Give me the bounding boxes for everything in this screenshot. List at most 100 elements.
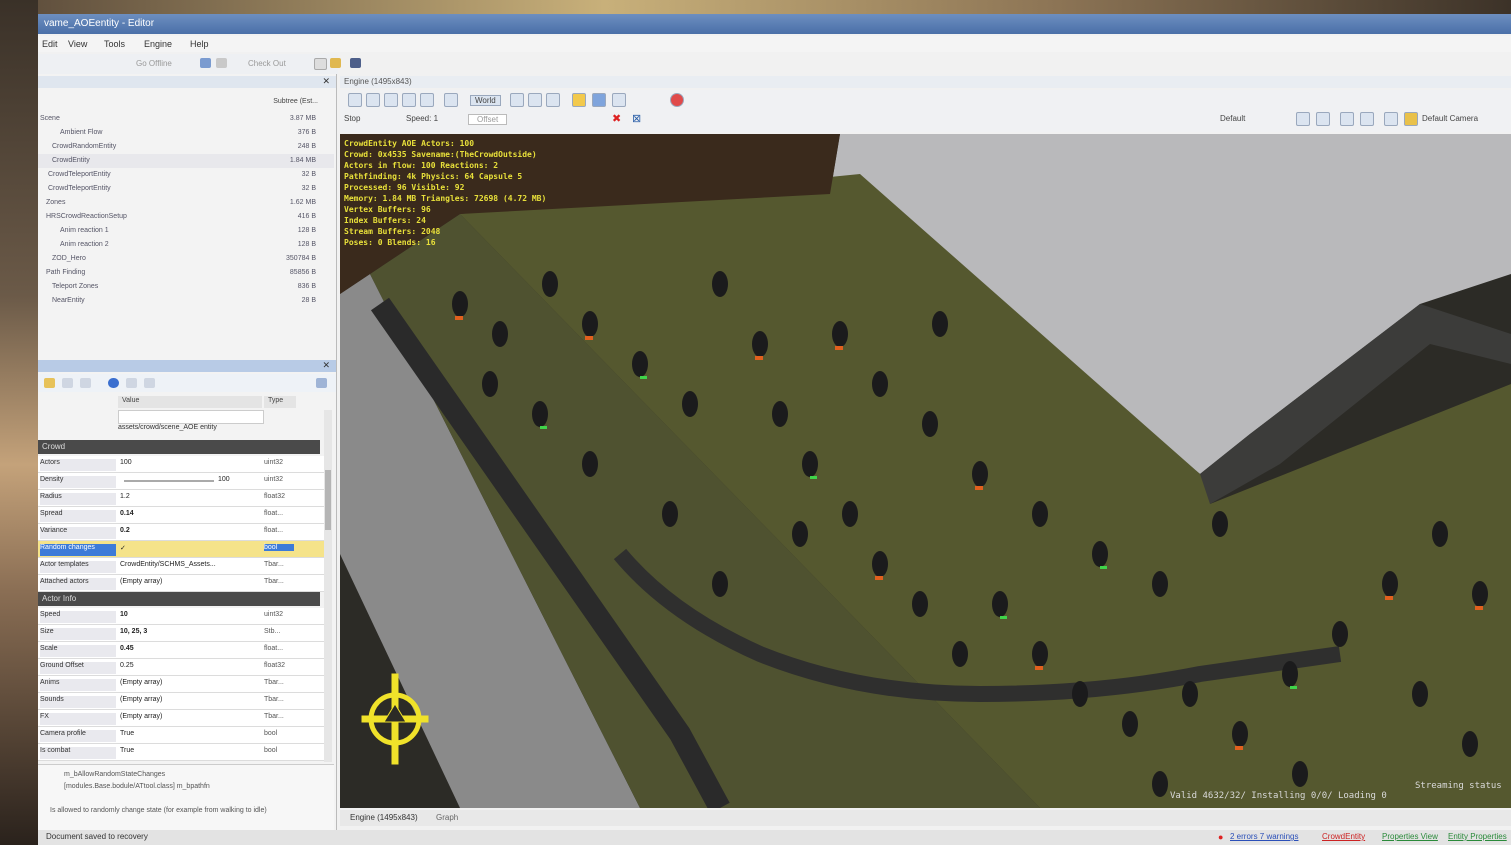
property-row[interactable]: Actor templates CrowdEntity/SCHMS_Assets.… [38, 558, 324, 575]
warning-icon[interactable] [44, 378, 55, 388]
camera-speed-icon[interactable] [612, 93, 626, 107]
list-item[interactable]: Teleport Zones 836 B [38, 280, 334, 294]
density-slider[interactable] [124, 480, 214, 482]
close-icon[interactable]: ✕ [322, 360, 330, 371]
list-item[interactable]: CrowdTeleportEntity 32 B [38, 168, 334, 182]
menu-edit[interactable]: Edit [42, 39, 58, 49]
tab-graph[interactable]: Graph [436, 813, 458, 822]
tab-engine[interactable]: Engine (1495x843) [350, 813, 418, 822]
list-item[interactable]: Anim reaction 2 128 B [38, 238, 334, 252]
scale-icon[interactable] [402, 93, 416, 107]
move-icon[interactable] [366, 93, 380, 107]
property-row[interactable]: Size 10, 25, 3 Stb... [38, 625, 324, 642]
scrollbar-thumb[interactable] [325, 470, 331, 530]
menu-view[interactable]: View [68, 39, 87, 49]
list-item[interactable]: Ambient Flow 376 B [38, 126, 334, 140]
axis-y-icon[interactable] [528, 93, 542, 107]
display-icon[interactable] [1296, 112, 1310, 126]
property-row[interactable]: Variance 0.2 float... [38, 524, 324, 541]
filter-view-icon[interactable] [1340, 112, 1354, 126]
list-item[interactable]: Zones 1.62 MB [38, 196, 334, 210]
property-row[interactable]: Actors 100 uint32 [38, 456, 324, 473]
list-item[interactable]: ZOD_Hero 350784 B [38, 252, 334, 266]
save-icon[interactable] [350, 58, 361, 68]
property-row[interactable]: Scale 0.45 float... [38, 642, 324, 659]
property-row[interactable]: Spread 0.14 float... [38, 507, 324, 524]
menu-help[interactable]: Help [190, 39, 209, 49]
lighting-icon[interactable] [1316, 112, 1330, 126]
property-row[interactable]: Radius 1.2 float32 [38, 490, 324, 507]
close-icon[interactable]: ✕ [322, 76, 330, 87]
category-crowd[interactable]: Crowd [38, 440, 320, 454]
debug-line: Crowd: 0x4535 Savename:(TheCrowdOutside) [344, 149, 537, 159]
stop-button[interactable]: Stop [344, 114, 360, 123]
world-space-dropdown[interactable]: World [470, 95, 501, 106]
camera-dropdown[interactable]: Default Camera [1422, 114, 1478, 123]
check-out-button[interactable]: Check Out [248, 59, 286, 68]
new-file-icon[interactable] [314, 58, 327, 70]
record-icon[interactable] [670, 93, 684, 107]
render-preset-dropdown[interactable]: Default [1220, 114, 1245, 123]
list-item[interactable]: CrowdTeleportEntity 32 B [38, 182, 334, 196]
error-icon[interactable]: ● [1218, 832, 1223, 842]
select-icon[interactable] [348, 93, 362, 107]
menu-engine[interactable]: Engine [144, 39, 172, 49]
copy-icon[interactable] [62, 378, 73, 388]
crowd-entity-link[interactable]: CrowdEntity [1322, 832, 1365, 841]
sync-icon[interactable] [200, 58, 211, 68]
list-item[interactable]: Path Finding 85856 B [38, 266, 334, 280]
lock-icon[interactable] [572, 93, 586, 107]
bookmark-icon[interactable] [1404, 112, 1418, 126]
properties-view-link[interactable]: Properties View [1382, 832, 1438, 841]
property-row[interactable]: Is combat True bool [38, 744, 324, 761]
list-item[interactable]: Scene 3.87 MB [38, 112, 334, 126]
snap-icon[interactable] [420, 93, 434, 107]
scene-render[interactable]: CrowdEntity AOE Actors: 100 Crowd: 0x453… [340, 134, 1511, 808]
path-dropdown[interactable] [118, 410, 264, 424]
list-item[interactable]: Anim reaction 1 128 B [38, 224, 334, 238]
fit-view-icon[interactable]: ⊠ [632, 112, 641, 125]
memory-column-header[interactable]: Subtree (Est... [273, 98, 318, 105]
list-item[interactable]: CrowdRandomEntity 248 B [38, 140, 334, 154]
go-offline-button[interactable]: Go Offline [136, 59, 172, 68]
delete-icon[interactable]: ✖ [612, 112, 621, 125]
rotate-icon[interactable] [384, 93, 398, 107]
terrain-icon[interactable] [1384, 112, 1398, 126]
category-actor-info[interactable]: Actor Info [38, 592, 320, 606]
property-row[interactable]: Anims (Empty array) Tbar... [38, 676, 324, 693]
property-row[interactable]: Camera profile True bool [38, 727, 324, 744]
redo-icon[interactable] [216, 58, 227, 68]
property-row-selected[interactable]: Random changes ✓ bool [38, 541, 324, 558]
list-item[interactable]: HRSCrowdReactionSetup 416 B [38, 210, 334, 224]
entity-properties-link[interactable]: Entity Properties [1448, 832, 1507, 841]
wrench-icon[interactable] [144, 378, 155, 388]
menu-tools[interactable]: Tools [104, 39, 125, 49]
grid-icon[interactable] [592, 93, 606, 107]
3d-viewport[interactable]: CrowdEntity AOE Actors: 100 Crowd: 0x453… [340, 134, 1511, 808]
axis-z-icon[interactable] [546, 93, 560, 107]
property-scrollbar[interactable] [324, 410, 332, 762]
type-column-header[interactable]: Type [264, 396, 296, 408]
property-row[interactable]: Speed 10 uint32 [38, 608, 324, 625]
filter-icon[interactable] [126, 378, 137, 388]
open-folder-icon[interactable] [330, 58, 341, 68]
offset-field[interactable]: Offset [468, 114, 508, 125]
property-row[interactable]: Sounds (Empty array) Tbar... [38, 693, 324, 710]
property-row[interactable]: FX (Empty array) Tbar... [38, 710, 324, 727]
screenshot-icon[interactable] [1360, 112, 1374, 126]
property-row[interactable]: Ground Offset 0.25 float32 [38, 659, 324, 676]
editor-window: vame_AOEentity - Editor Edit View Tools … [38, 14, 1511, 845]
errors-link[interactable]: 2 errors 7 warnings [1230, 832, 1298, 841]
paste-icon[interactable] [80, 378, 91, 388]
link-icon[interactable] [444, 93, 458, 107]
property-description: m_bAllowRandomStateChanges [modules.Base… [38, 764, 334, 835]
axis-x-icon[interactable] [510, 93, 524, 107]
speed-label[interactable]: Speed: 1 [406, 114, 438, 123]
list-item[interactable]: CrowdEntity 1.84 MB [38, 154, 334, 168]
property-row[interactable]: Density 100 uint32 [38, 473, 324, 490]
pin-icon[interactable] [316, 378, 327, 388]
list-item[interactable]: NearEntity 28 B [38, 294, 334, 308]
property-row[interactable]: Attached actors (Empty array) Tbar... [38, 575, 324, 592]
value-column-header[interactable]: Value [118, 396, 262, 408]
info-icon[interactable] [108, 378, 119, 388]
